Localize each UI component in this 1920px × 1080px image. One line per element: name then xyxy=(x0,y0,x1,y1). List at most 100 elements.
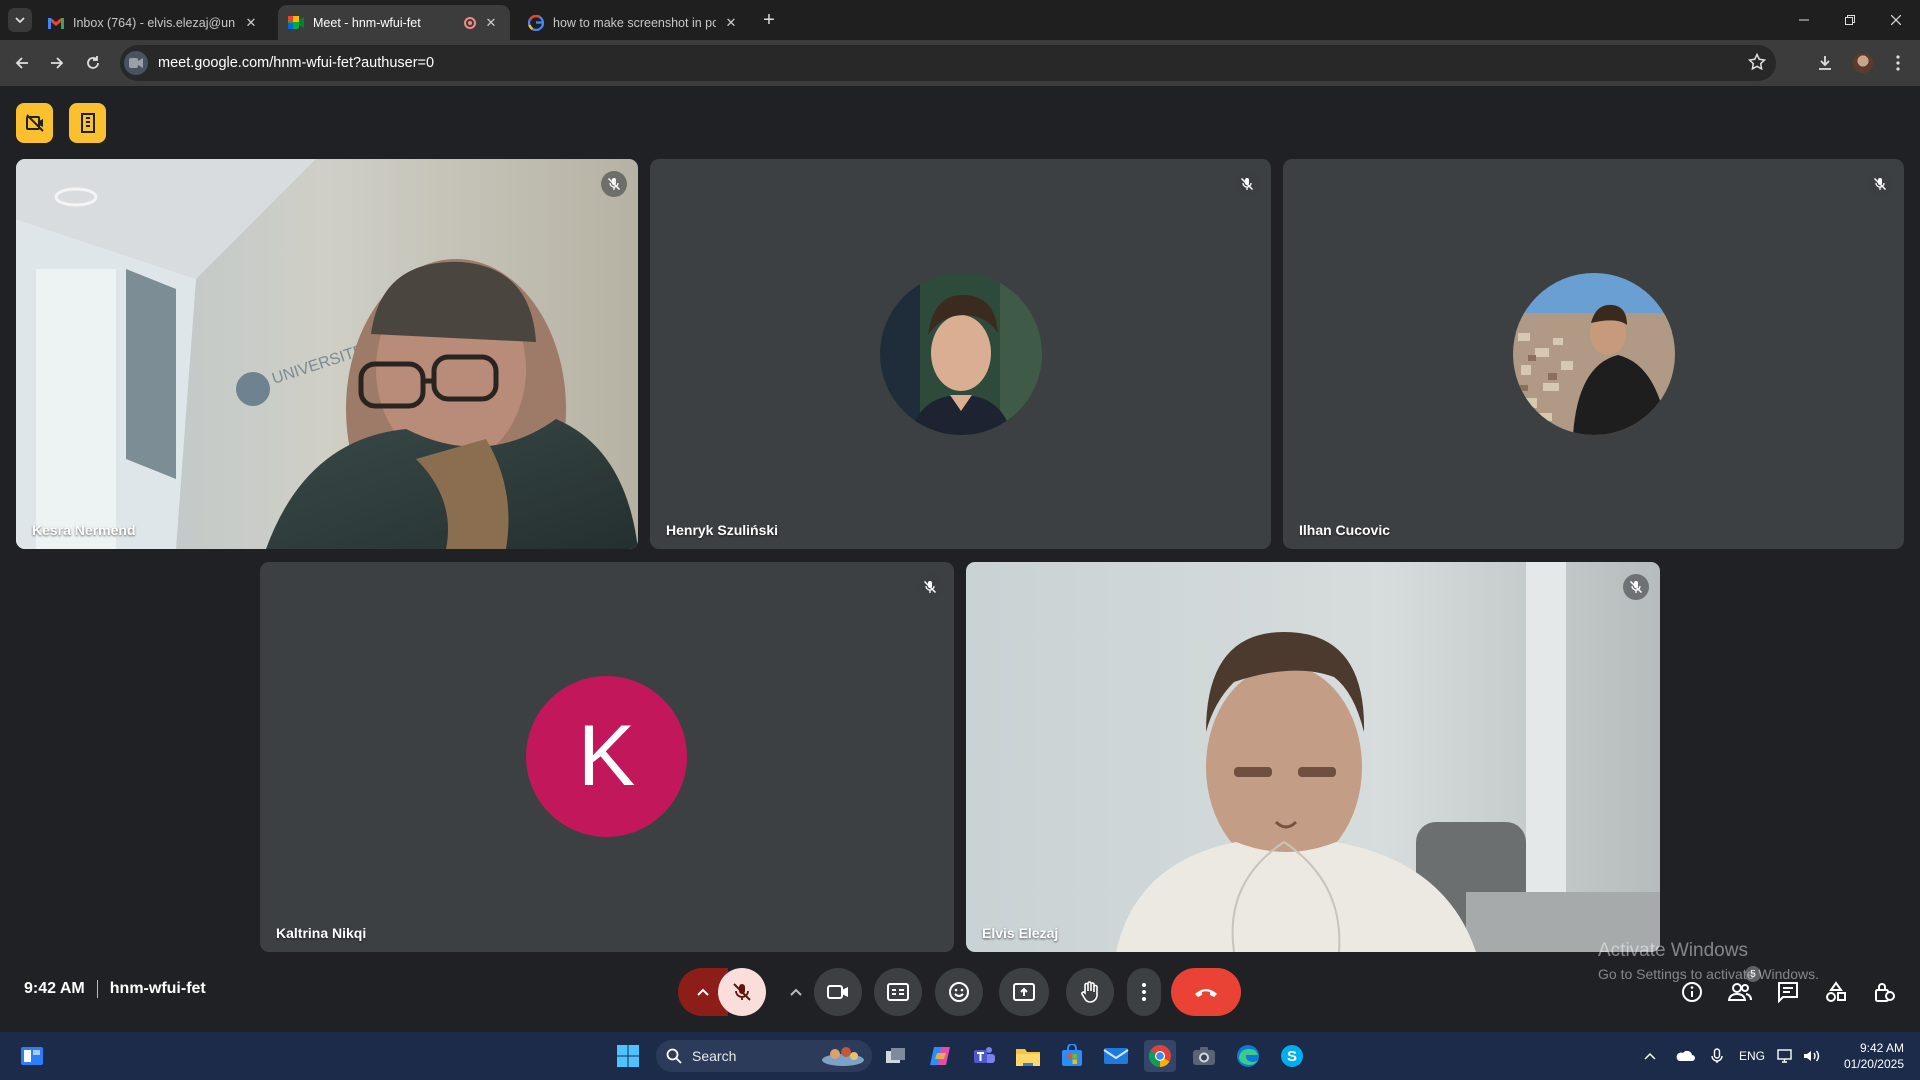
network-icon[interactable] xyxy=(1772,1049,1800,1063)
emoji-icon xyxy=(949,982,969,1002)
search-highlight-icon xyxy=(822,1047,864,1066)
chrome-button[interactable] xyxy=(1144,1040,1176,1072)
skype-icon: S xyxy=(1281,1045,1303,1067)
edge-icon xyxy=(1237,1045,1259,1067)
tab-meet[interactable]: Meet - hnm-wfui-fet ✕ xyxy=(278,5,510,40)
close-tab-icon[interactable]: ✕ xyxy=(242,14,260,32)
svg-text:S: S xyxy=(1287,1048,1297,1065)
profile-avatar xyxy=(1853,53,1873,73)
minimize-button[interactable] xyxy=(1781,0,1827,40)
restore-button[interactable] xyxy=(1827,0,1873,40)
activities-button[interactable] xyxy=(1818,974,1854,1010)
copilot-button[interactable] xyxy=(924,1040,956,1072)
microsoft-store-button[interactable] xyxy=(1056,1040,1088,1072)
search-icon xyxy=(666,1048,682,1064)
recording-badge[interactable] xyxy=(16,103,53,143)
present-screen-button[interactable] xyxy=(999,968,1049,1016)
participant-name: Elvis Elezaj xyxy=(982,925,1059,941)
show-hidden-icons-button[interactable] xyxy=(1638,1052,1662,1060)
url-text: meet.google.com/hnm-wfui-fet?authuser=0 xyxy=(158,55,435,71)
participant-tile[interactable]: K Kaltrina Nikqi xyxy=(260,562,954,952)
browser-toolbar: meet.google.com/hnm-wfui-fet?authuser=0 xyxy=(0,40,1920,86)
more-options-button[interactable] xyxy=(1127,968,1161,1016)
leave-call-button[interactable] xyxy=(1171,968,1241,1016)
divider xyxy=(96,980,98,998)
teams-button[interactable] xyxy=(968,1040,1000,1072)
tab-gmail[interactable]: Inbox (764) - elvis.elezaj@unhz ✕ xyxy=(38,5,270,40)
participant-name: Kesra Nermend xyxy=(32,522,136,538)
back-button[interactable] xyxy=(8,49,36,77)
captions-button[interactable] xyxy=(874,968,922,1016)
store-icon xyxy=(1062,1044,1082,1066)
address-bar[interactable]: meet.google.com/hnm-wfui-fet?authuser=0 xyxy=(120,45,1776,81)
meet-area: UNIVERSITETI Kesra Nermend Henryk Szuliń… xyxy=(0,86,1920,1032)
microphone-tray-icon[interactable] xyxy=(1702,1048,1732,1064)
participant-tile[interactable]: Ilhan Cucovic xyxy=(1283,159,1904,549)
start-button[interactable] xyxy=(612,1040,644,1072)
chevron-down-icon xyxy=(15,17,25,24)
site-info-icon[interactable] xyxy=(124,51,148,75)
search-label: Search xyxy=(692,1048,737,1064)
tab-search-button[interactable] xyxy=(8,8,32,32)
teams-icon xyxy=(974,1047,995,1063)
browser-menu-button[interactable] xyxy=(1884,49,1912,77)
gmail-icon xyxy=(48,15,64,31)
chrome-icon xyxy=(1149,1045,1171,1067)
host-controls-badge[interactable] xyxy=(69,103,106,143)
new-tab-button[interactable]: + xyxy=(758,9,780,31)
activate-windows-watermark: Activate Windows Go to Settings to activ… xyxy=(1598,940,1819,982)
mail-button[interactable] xyxy=(1100,1040,1132,1072)
camera-toggle-button[interactable] xyxy=(814,968,862,1016)
camera-app-button[interactable] xyxy=(1188,1040,1220,1072)
videocam-icon xyxy=(827,985,848,999)
onedrive-icon[interactable] xyxy=(1668,1049,1702,1063)
file-explorer-button[interactable] xyxy=(1012,1040,1044,1072)
participant-tile[interactable]: Elvis Elezaj xyxy=(966,562,1660,952)
microphone-toggle-button[interactable] xyxy=(718,968,766,1016)
forward-button[interactable] xyxy=(43,49,71,77)
task-view-button[interactable] xyxy=(880,1040,912,1072)
hand-icon xyxy=(1081,981,1098,1003)
google-icon xyxy=(528,14,544,31)
raise-hand-button[interactable] xyxy=(1066,968,1114,1016)
present-to-all-icon xyxy=(1013,983,1035,1001)
clock-time: 9:42 AM xyxy=(1859,1041,1904,1055)
recording-indicator-icon xyxy=(464,16,476,29)
volume-icon[interactable] xyxy=(1800,1049,1824,1063)
minimize-icon xyxy=(1799,19,1809,21)
windows-logo-icon xyxy=(617,1045,639,1067)
close-tab-icon[interactable]: ✕ xyxy=(722,14,740,32)
participant-tile[interactable]: Henryk Szuliński xyxy=(650,159,1271,549)
host-controls-button[interactable] xyxy=(1866,974,1902,1010)
participant-video: UNIVERSITETI xyxy=(16,159,638,549)
participant-tile[interactable]: UNIVERSITETI Kesra Nermend xyxy=(16,159,638,549)
taskbar-clock[interactable]: 9:42 AM 01/20/2025 xyxy=(1844,1040,1904,1072)
profile-button[interactable] xyxy=(1849,49,1877,77)
closed-captions-icon xyxy=(887,983,909,1001)
restore-icon xyxy=(1845,15,1855,25)
close-window-button[interactable] xyxy=(1873,0,1919,40)
folder-icon xyxy=(1016,1049,1040,1066)
video-options-button[interactable] xyxy=(776,968,816,1016)
watermark-title: Activate Windows xyxy=(1598,940,1748,961)
close-tab-icon[interactable]: ✕ xyxy=(482,14,500,32)
downloads-button[interactable] xyxy=(1811,49,1839,77)
chevron-up-icon xyxy=(1644,1052,1656,1060)
language-indicator[interactable]: ENG xyxy=(1732,1049,1772,1063)
bookmark-star-icon[interactable] xyxy=(1747,52,1767,76)
participant-name: Kaltrina Nikqi xyxy=(276,925,367,941)
call-end-icon xyxy=(1195,989,1217,997)
skype-button[interactable]: S xyxy=(1276,1040,1308,1072)
widgets-button[interactable] xyxy=(16,1040,48,1072)
muted-indicator xyxy=(1623,574,1649,600)
tab-google-search[interactable]: how to make screenshot in pc - ✕ xyxy=(518,5,750,40)
reactions-button[interactable] xyxy=(935,968,983,1016)
mic-off-icon xyxy=(1240,177,1254,191)
mic-off-icon xyxy=(923,580,937,594)
arrow-right-icon xyxy=(51,57,64,69)
mic-off-icon xyxy=(607,177,621,191)
taskbar-search[interactable]: Search xyxy=(656,1040,872,1072)
reload-button[interactable] xyxy=(79,49,107,77)
edge-button[interactable] xyxy=(1232,1040,1264,1072)
more-vert-icon xyxy=(1142,983,1146,1001)
